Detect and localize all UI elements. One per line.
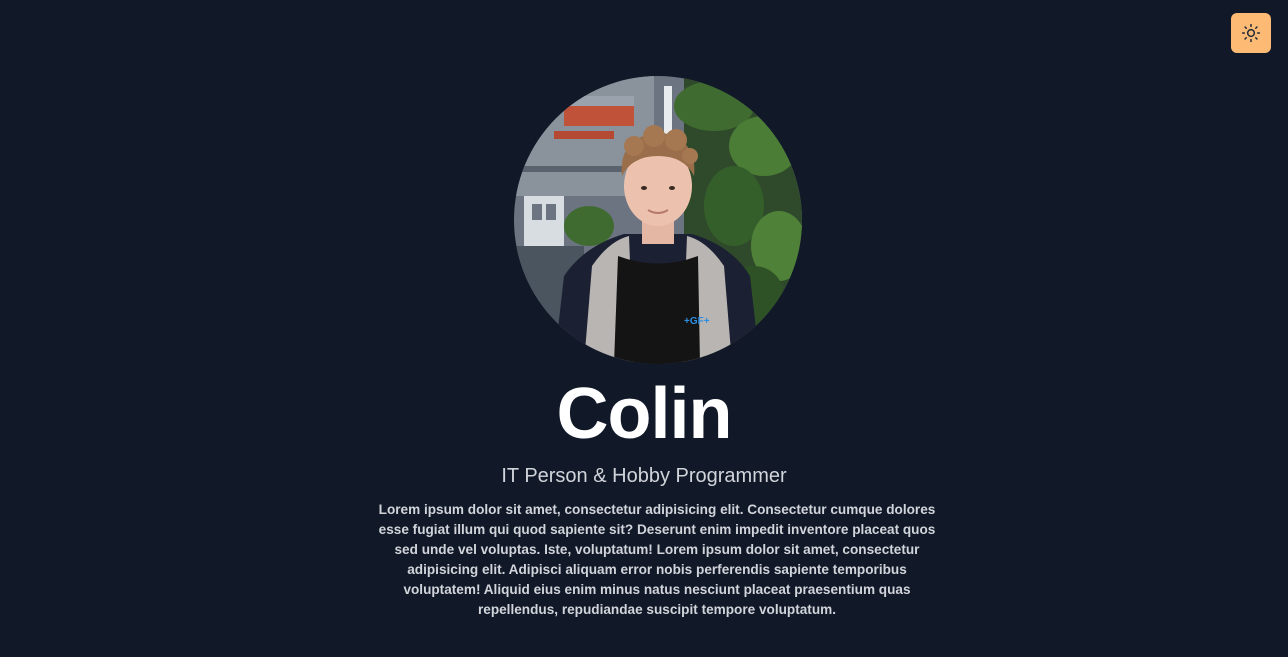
shirt-logo: +GF+ xyxy=(684,316,710,327)
theme-toggle-button[interactable] xyxy=(1231,13,1271,53)
landing-page: +GF+ Colin IT Person & Hobby Programmer … xyxy=(0,0,1288,657)
sun-icon xyxy=(1241,23,1261,43)
profile-name: Colin xyxy=(556,374,733,454)
profile-photo: +GF+ xyxy=(514,76,802,364)
profile-photo-image: +GF+ xyxy=(514,76,802,364)
profile-tagline: IT Person & Hobby Programmer xyxy=(501,465,787,487)
profile-bio: Lorem ipsum dolor sit amet, consectetur … xyxy=(378,502,936,617)
